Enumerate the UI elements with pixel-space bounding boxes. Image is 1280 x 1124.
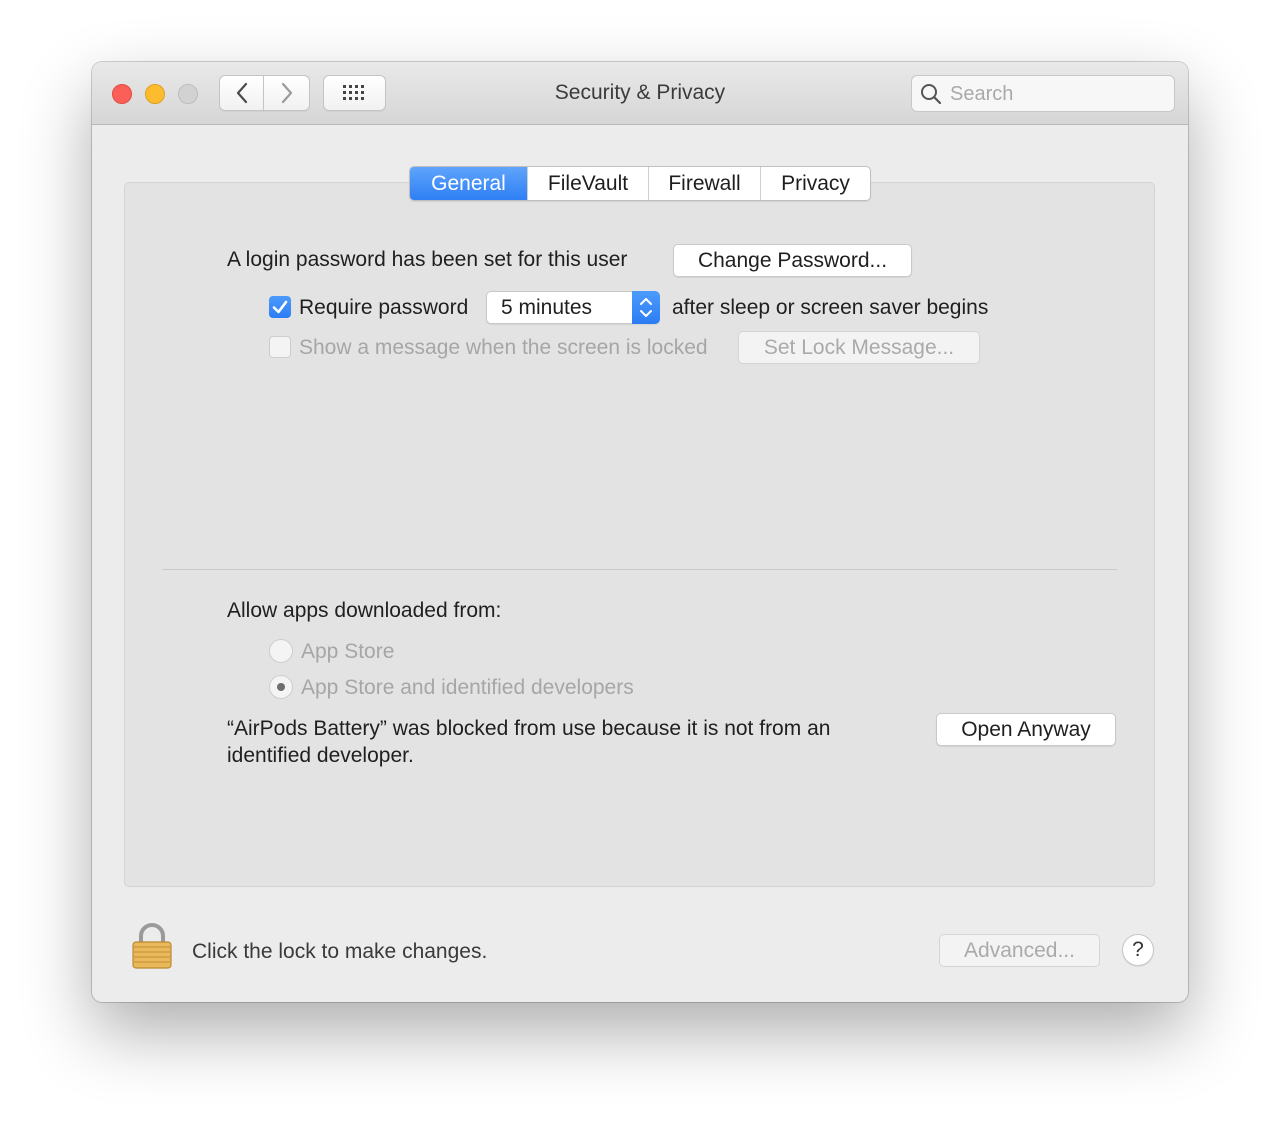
password-delay-value: 5 minutes (501, 296, 593, 319)
radio-identified-developers (269, 675, 293, 699)
after-sleep-text: after sleep or screen saver begins (672, 296, 989, 319)
search-field[interactable] (911, 75, 1175, 112)
open-anyway-button[interactable]: Open Anyway (936, 713, 1116, 746)
checkmark-icon (272, 300, 288, 314)
change-password-button[interactable]: Change Password... (673, 244, 912, 277)
tab-filevault[interactable]: FileVault (527, 167, 648, 200)
tab-general[interactable]: General (410, 167, 527, 200)
search-input[interactable] (948, 81, 1162, 107)
search-icon (921, 84, 942, 105)
password-delay-popup[interactable]: 5 minutes (486, 291, 660, 324)
radio-selected-dot (277, 683, 285, 691)
tab-privacy[interactable]: Privacy (760, 167, 870, 200)
radio-identified-developers-label: App Store and identified developers (301, 676, 634, 699)
require-password-label: Require password (299, 296, 469, 319)
help-button[interactable]: ? (1122, 934, 1154, 966)
preferences-window: Security & Privacy General FileVault Fir… (92, 62, 1188, 1002)
tab-content-panel (124, 182, 1155, 887)
blocked-app-message-line2: identified developer. (227, 744, 414, 767)
title-bar: Security & Privacy (92, 62, 1188, 125)
login-password-text: A login password has been set for this u… (227, 248, 628, 271)
popup-arrows-icon (632, 291, 660, 324)
section-divider (162, 569, 1117, 570)
set-lock-message-button: Set Lock Message... (738, 331, 980, 364)
lock-icon[interactable] (131, 922, 173, 975)
show-message-checkbox (269, 336, 291, 358)
radio-app-store (269, 639, 293, 663)
allow-apps-heading: Allow apps downloaded from: (227, 599, 502, 622)
lock-instruction-text: Click the lock to make changes. (192, 940, 488, 963)
advanced-button: Advanced... (939, 934, 1100, 967)
blocked-app-message-line1: “AirPods Battery” was blocked from use b… (227, 717, 831, 740)
show-message-label: Show a message when the screen is locked (299, 336, 708, 359)
require-password-checkbox[interactable] (269, 296, 291, 318)
tab-bar: General FileVault Firewall Privacy (409, 166, 871, 201)
tab-firewall[interactable]: Firewall (648, 167, 760, 200)
radio-app-store-label: App Store (301, 640, 395, 663)
